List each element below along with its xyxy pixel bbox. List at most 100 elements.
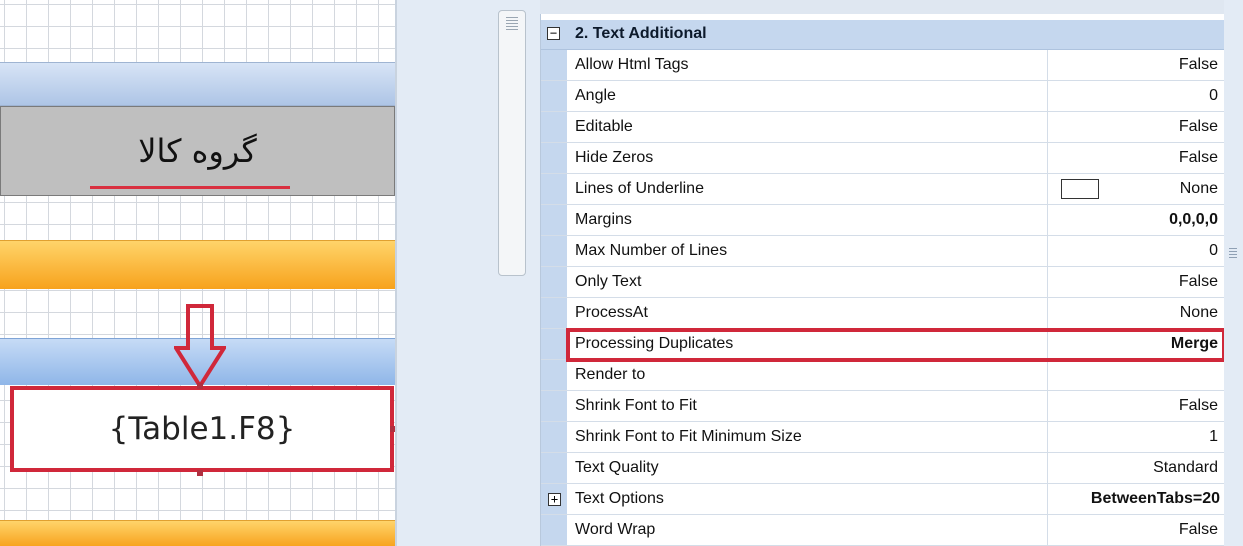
group-header-band[interactable] [0, 240, 395, 289]
property-row-hide-zeros[interactable]: Hide Zeros False [541, 143, 1224, 174]
row-gutter [541, 515, 567, 545]
row-gutter [541, 267, 567, 297]
property-value[interactable]: False [1179, 56, 1218, 74]
page-header-band[interactable] [0, 62, 395, 106]
property-row-editable[interactable]: Editable False [541, 112, 1224, 143]
column-divider [1047, 391, 1048, 421]
column-divider [1047, 422, 1048, 452]
designer-edge [395, 0, 397, 546]
column-divider [1047, 50, 1048, 80]
property-name: Text Options [575, 490, 664, 507]
row-gutter [541, 422, 567, 452]
row-gutter [541, 360, 567, 390]
property-row-shrink-font-to-fit[interactable]: Shrink Font to Fit False [541, 391, 1224, 422]
column-divider [1047, 267, 1048, 297]
property-name: Allow Html Tags [575, 56, 689, 73]
category-title: 2. Text Additional [575, 25, 707, 42]
header-text-cell[interactable]: گروه کالا [0, 106, 395, 196]
property-row-render-to[interactable]: Render to [541, 360, 1224, 391]
column-divider [1047, 298, 1048, 328]
property-value[interactable]: BetweenTabs=20 [1091, 490, 1220, 508]
property-value[interactable]: Standard [1153, 459, 1218, 477]
column-divider [1047, 81, 1048, 111]
column-divider [1047, 112, 1048, 142]
row-gutter [541, 50, 567, 80]
property-name: ProcessAt [575, 304, 648, 321]
expand-plus-icon[interactable]: + [548, 493, 561, 506]
property-name: Only Text [575, 273, 642, 290]
value-clip: BetweenTabs=20 [1048, 484, 1224, 514]
property-row-max-number-of-lines[interactable]: Max Number of Lines 0 [541, 236, 1224, 267]
highlight-box-processing-duplicates [566, 328, 1226, 362]
row-gutter [541, 329, 567, 359]
scrollbar-grip-icon [506, 17, 518, 31]
property-name: Lines of Underline [575, 180, 704, 197]
header-text: گروه کالا [138, 132, 257, 170]
property-name: Editable [575, 118, 633, 135]
field-text-cell[interactable]: {Table1.F8} [10, 386, 394, 472]
property-row-only-text[interactable]: Only Text False [541, 267, 1224, 298]
property-value[interactable]: 0 [1209, 87, 1218, 105]
row-gutter [541, 174, 567, 204]
property-value[interactable]: False [1179, 149, 1218, 167]
panel-right-edge [1224, 0, 1243, 546]
row-gutter [541, 81, 567, 111]
property-row-shrink-font-minimum-size[interactable]: Shrink Font to Fit Minimum Size 1 [541, 422, 1224, 453]
column-divider [1047, 515, 1048, 545]
property-value[interactable]: None [1180, 180, 1218, 198]
row-gutter [541, 205, 567, 235]
property-row-allow-html-tags[interactable]: Allow Html Tags False [541, 50, 1224, 81]
property-name: Text Quality [575, 459, 659, 476]
header-underline-annotation [90, 186, 290, 189]
property-row-word-wrap[interactable]: Word Wrap False [541, 515, 1224, 546]
row-gutter [541, 112, 567, 142]
property-row-process-at[interactable]: ProcessAt None [541, 298, 1224, 329]
resize-handle-bottom[interactable] [197, 470, 203, 476]
property-value[interactable]: False [1179, 397, 1218, 415]
down-arrow-icon [174, 304, 226, 390]
property-name: Shrink Font to Fit Minimum Size [575, 428, 802, 445]
property-value[interactable]: 1 [1209, 428, 1218, 446]
property-value[interactable]: False [1179, 521, 1218, 539]
column-divider [1047, 143, 1048, 173]
property-grid[interactable]: − 2. Text Additional Allow Html Tags Fal… [540, 14, 1225, 546]
resize-handle-top[interactable] [197, 383, 203, 389]
row-gutter: + [541, 484, 567, 514]
property-row-angle[interactable]: Angle 0 [541, 81, 1224, 112]
category-header-text-additional[interactable]: − 2. Text Additional [541, 20, 1224, 50]
property-row-text-quality[interactable]: Text Quality Standard [541, 453, 1224, 484]
column-divider [1047, 174, 1048, 204]
field-expression: {Table1.F8} [108, 411, 296, 447]
property-name: Shrink Font to Fit [575, 397, 697, 414]
collapse-minus-icon[interactable]: − [547, 27, 560, 40]
property-name: Hide Zeros [575, 149, 654, 166]
row-gutter [541, 236, 567, 266]
grid-top-strip [540, 0, 1224, 14]
property-name: Render to [575, 366, 646, 383]
property-row-text-options[interactable]: + Text Options BetweenTabs=20 [541, 484, 1224, 515]
splitter-grip-icon[interactable] [1229, 248, 1237, 260]
property-name: Word Wrap [575, 521, 656, 538]
property-name: Max Number of Lines [575, 242, 728, 259]
property-row-margins[interactable]: Margins 0,0,0,0 [541, 205, 1224, 236]
column-divider [1047, 236, 1048, 266]
row-gutter [541, 453, 567, 483]
row-gutter [541, 391, 567, 421]
property-value[interactable]: 0,0,0,0 [1169, 211, 1218, 229]
column-divider [1047, 453, 1048, 483]
footer-band[interactable] [0, 520, 395, 546]
property-name: Margins [575, 211, 632, 228]
property-value[interactable]: False [1179, 273, 1218, 291]
property-value[interactable]: None [1180, 304, 1218, 322]
row-gutter [541, 143, 567, 173]
property-row-lines-of-underline[interactable]: Lines of Underline None [541, 174, 1224, 205]
property-value[interactable]: False [1179, 118, 1218, 136]
column-divider [1047, 360, 1048, 390]
property-value[interactable]: 0 [1209, 242, 1218, 260]
underline-style-swatch [1061, 179, 1099, 199]
row-gutter [541, 298, 567, 328]
report-designer-canvas[interactable]: گروه کالا {Table1.F8} [0, 0, 395, 546]
column-divider [1047, 205, 1048, 235]
vertical-scrollbar[interactable] [498, 10, 526, 276]
property-name: Angle [575, 87, 616, 104]
